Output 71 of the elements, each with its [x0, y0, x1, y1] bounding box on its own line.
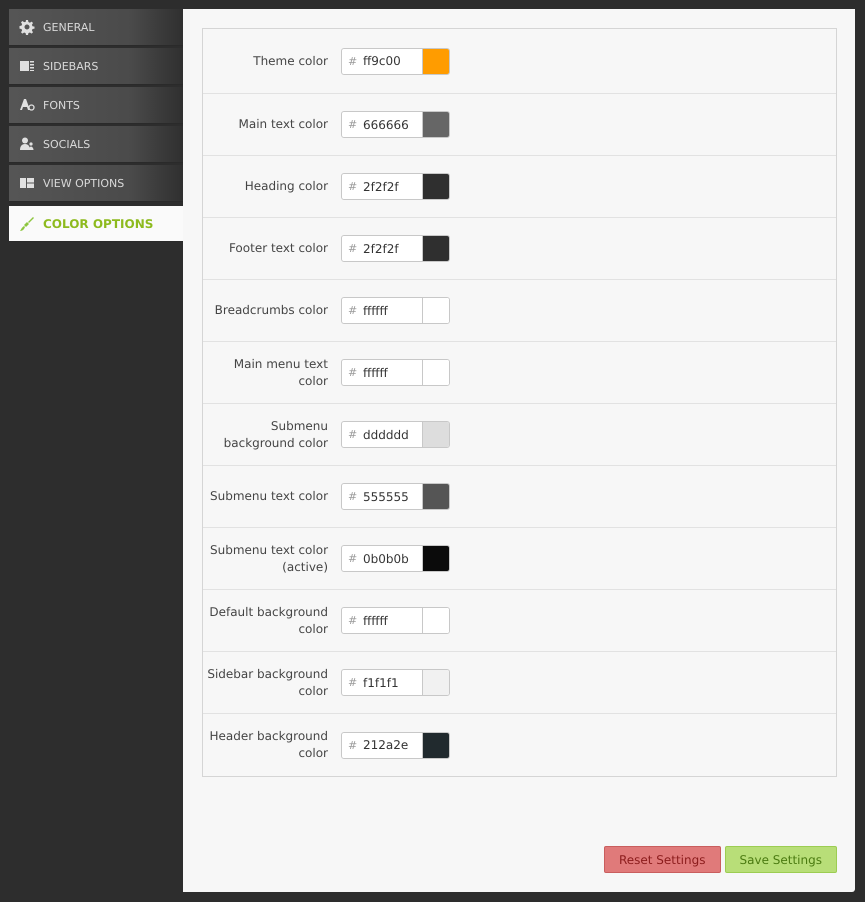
color-swatch[interactable] — [422, 422, 449, 447]
field-label: Breadcrumbs color — [214, 302, 328, 319]
color-value: ffffff — [363, 614, 389, 628]
color-value: 0b0b0b — [363, 552, 410, 566]
people-icon — [19, 136, 35, 152]
color-input-field[interactable]: # 2f2f2f — [341, 235, 450, 262]
layout-icon — [19, 175, 35, 191]
hash-prefix: # — [348, 614, 358, 627]
color-input-field[interactable]: # ffffff — [341, 607, 450, 634]
color-swatch[interactable] — [422, 112, 449, 137]
color-swatch[interactable] — [422, 360, 449, 385]
color-value: ff9c00 — [363, 54, 402, 68]
hash-prefix: # — [348, 366, 358, 379]
hash-prefix: # — [348, 676, 358, 689]
hash-prefix: # — [348, 428, 358, 441]
field-label: Sidebar background color — [206, 666, 328, 700]
hash-prefix: # — [348, 242, 358, 255]
color-swatch[interactable] — [422, 48, 449, 74]
settings-tab[interactable]: GENERAL — [9, 9, 183, 46]
hash-prefix: # — [348, 180, 358, 193]
field-label: Submenu background color — [222, 418, 328, 452]
color-input-field[interactable]: # 0b0b0b — [341, 545, 450, 572]
color-swatch[interactable] — [422, 546, 449, 571]
color-input-field[interactable]: # ffffff — [341, 359, 450, 386]
color-value: 2f2f2f — [363, 180, 400, 194]
field-label: Heading color — [244, 178, 328, 195]
settings-tab[interactable]: SOCIALS — [9, 126, 183, 163]
color-input-field[interactable]: # ffffff — [341, 297, 450, 324]
color-value: 212a2e — [363, 738, 410, 752]
color-swatch[interactable] — [422, 174, 449, 199]
settings-tab[interactable]: FONTS — [9, 87, 183, 124]
field-label: Theme color — [252, 52, 328, 70]
color-input-field[interactable]: # 2f2f2f — [341, 173, 450, 200]
field-label: Footer text color — [228, 240, 328, 257]
hash-prefix: # — [348, 738, 358, 752]
color-input-field[interactable]: # 555555 — [341, 483, 450, 510]
color-swatch[interactable] — [422, 732, 449, 758]
field-label: Main text color — [237, 116, 328, 133]
field-label: Main menu text color — [232, 356, 328, 390]
hash-prefix: # — [348, 54, 358, 68]
hash-prefix: # — [348, 118, 358, 131]
color-value: dddddd — [363, 428, 410, 442]
hash-prefix: # — [348, 304, 358, 317]
field-label: Default background color — [208, 604, 328, 638]
color-input-field[interactable]: # dddddd — [341, 421, 450, 448]
field-label: Header background color — [208, 728, 328, 762]
color-input-field[interactable]: # f1f1f1 — [341, 669, 450, 696]
color-input-field[interactable]: # 212a2e — [341, 732, 450, 758]
color-value: 666666 — [363, 118, 410, 132]
color-swatch[interactable] — [422, 484, 449, 509]
color-value: 555555 — [363, 490, 410, 504]
color-value: ffffff — [363, 366, 389, 380]
color-value: 2f2f2f — [363, 242, 400, 256]
settings-tab[interactable]: VIEW OPTIONS — [9, 165, 183, 202]
font-icon — [19, 97, 35, 113]
field-label: Submenu text color — [209, 488, 328, 505]
field-label: Submenu text color (active) — [209, 542, 328, 576]
hash-prefix: # — [348, 552, 358, 565]
color-input-field[interactable]: # ff9c00 — [341, 48, 450, 74]
gear-icon — [19, 19, 35, 35]
hash-prefix: # — [348, 490, 358, 503]
color-swatch[interactable] — [422, 298, 449, 323]
settings-tab[interactable]: SIDEBARS — [9, 48, 183, 85]
color-input-field[interactable]: # 666666 — [341, 111, 450, 138]
brush-icon — [19, 216, 35, 232]
color-value: f1f1f1 — [363, 676, 400, 690]
color-value: ffffff — [363, 304, 389, 318]
color-swatch[interactable] — [422, 236, 449, 261]
color-swatch[interactable] — [422, 608, 449, 633]
sidebar-icon — [19, 58, 35, 74]
color-swatch[interactable] — [422, 670, 449, 695]
